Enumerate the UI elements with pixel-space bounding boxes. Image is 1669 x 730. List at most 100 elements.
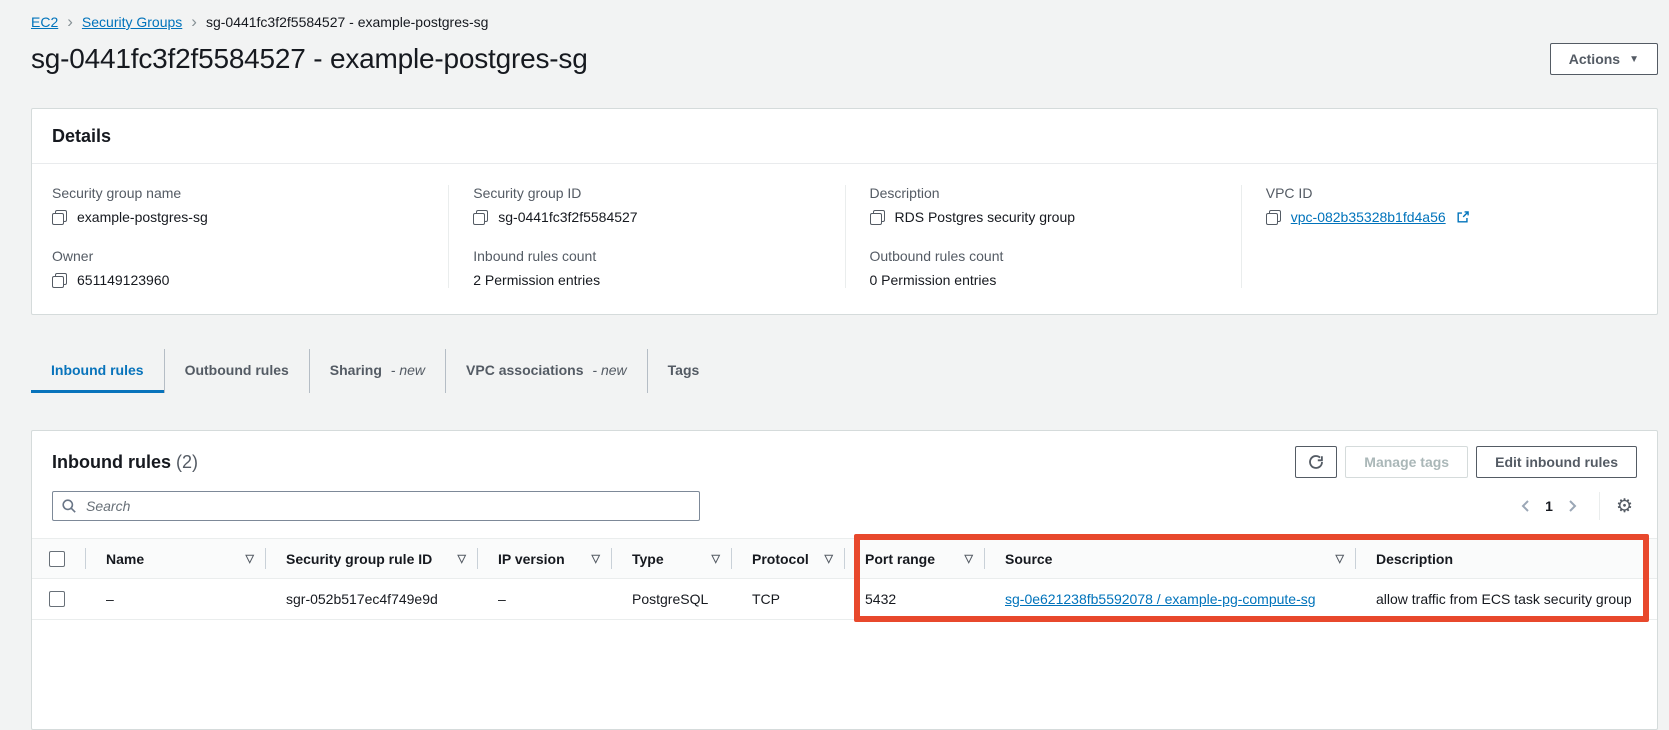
column-label: Type [632, 551, 664, 567]
tab-tags[interactable]: Tags [647, 349, 720, 393]
cell-description: allow traffic from ECS task security gro… [1356, 579, 1657, 619]
field-label: Security group name [52, 185, 432, 201]
column-header-security-group-rule-id[interactable]: Security group rule ID ▽ [266, 539, 478, 578]
next-page-button[interactable] [1559, 493, 1585, 519]
copy-icon[interactable] [1266, 210, 1281, 225]
cell-protocol: TCP [732, 579, 845, 619]
breadcrumb-link-security-groups[interactable]: Security Groups [82, 14, 182, 30]
sort-icon[interactable]: ▽ [238, 552, 254, 565]
column-label: Description [1376, 551, 1453, 567]
cell-name: – [86, 579, 266, 619]
refresh-button[interactable] [1295, 446, 1337, 478]
chevron-down-icon: ▼ [1629, 54, 1639, 65]
details-column-1: Security group name example-postgres-sg … [52, 185, 448, 288]
details-title: Details [52, 126, 1637, 147]
settings-gear-icon[interactable]: ⚙ [1612, 497, 1637, 516]
column-header-port-range[interactable]: Port range ▽ [845, 539, 985, 578]
field-value: 651149123960 [77, 272, 169, 288]
column-label: Name [106, 551, 144, 567]
tab-label: Outbound rules [185, 362, 289, 378]
sort-icon[interactable]: ▽ [957, 552, 973, 565]
source-security-group-link[interactable]: sg-0e621238fb5592078 / example-pg-comput… [1005, 591, 1316, 607]
column-label: Port range [865, 551, 935, 567]
page-header: sg-0441fc3f2f5584527 - example-postgres-… [0, 30, 1669, 75]
inbound-rules-title: Inbound rules(2) [52, 452, 198, 473]
search-input[interactable] [52, 491, 700, 521]
field-description: Description RDS Postgres security group [870, 185, 1225, 225]
table-header-row: Name ▽ Security group rule ID ▽ IP versi… [32, 539, 1657, 579]
column-header-ip-version[interactable]: IP version ▽ [478, 539, 612, 578]
field-value: example-postgres-sg [77, 209, 208, 225]
vpc-id-link[interactable]: vpc-082b35328b1fd4a56 [1291, 209, 1446, 225]
previous-page-button[interactable] [1513, 493, 1539, 519]
field-value: 2 Permission entries [473, 272, 600, 288]
column-header-protocol[interactable]: Protocol ▽ [732, 539, 845, 578]
chevron-right-icon: › [191, 15, 197, 29]
cell-value: – [498, 591, 506, 607]
table-row: – sgr-052b517ec4f749e9d – PostgreSQL TCP… [32, 579, 1657, 620]
manage-tags-button[interactable]: Manage tags [1345, 446, 1468, 478]
tab-bar: Inbound rules Outbound rules Sharing - n… [31, 349, 1658, 393]
row-checkbox[interactable] [49, 591, 65, 607]
field-label: Description [870, 185, 1225, 201]
tab-label: Tags [668, 362, 700, 378]
select-all-checkbox[interactable] [49, 551, 65, 567]
breadcrumb: EC2 › Security Groups › sg-0441fc3f2f558… [0, 0, 1669, 30]
tab-label: Inbound rules [51, 362, 144, 378]
column-header-source[interactable]: Source ▽ [985, 539, 1356, 578]
current-page-number[interactable]: 1 [1539, 498, 1559, 514]
page-title: sg-0441fc3f2f5584527 - example-postgres-… [31, 43, 588, 75]
field-label: Inbound rules count [473, 248, 828, 264]
sort-icon[interactable]: ▽ [704, 552, 720, 565]
sort-icon[interactable]: ▽ [1328, 552, 1344, 565]
copy-icon[interactable] [473, 210, 488, 225]
breadcrumb-link-ec2[interactable]: EC2 [31, 14, 58, 30]
manage-tags-label: Manage tags [1364, 454, 1449, 470]
field-label: Owner [52, 248, 432, 264]
field-vpc-id: VPC ID vpc-082b35328b1fd4a56 [1266, 185, 1621, 225]
actions-button[interactable]: Actions ▼ [1550, 43, 1658, 75]
column-label: Security group rule ID [286, 551, 432, 567]
external-link-icon [1456, 210, 1470, 224]
field-security-group-id: Security group ID sg-0441fc3f2f5584527 [473, 185, 828, 225]
tab-new-badge: - new [391, 362, 425, 378]
column-label: Protocol [752, 551, 809, 567]
tab-label: VPC associations [466, 362, 584, 378]
column-header-type[interactable]: Type ▽ [612, 539, 732, 578]
tab-outbound-rules[interactable]: Outbound rules [164, 349, 309, 393]
tab-new-badge: - new [592, 362, 626, 378]
cell-type: PostgreSQL [612, 579, 732, 619]
chevron-right-icon: › [67, 15, 73, 29]
field-value: RDS Postgres security group [895, 209, 1076, 225]
cell-ip-version: – [478, 579, 612, 619]
tab-inbound-rules[interactable]: Inbound rules [31, 349, 164, 393]
page: { "breadcrumb": { "items": ["EC2", "Secu… [0, 0, 1669, 644]
field-outbound-rules-count: Outbound rules count 0 Permission entrie… [870, 248, 1225, 288]
column-header-name[interactable]: Name ▽ [86, 539, 266, 578]
details-card-header: Details [32, 109, 1657, 164]
inbound-rules-title-text: Inbound rules [52, 452, 171, 472]
copy-icon[interactable] [52, 210, 67, 225]
tab-sharing[interactable]: Sharing - new [309, 349, 445, 393]
inbound-rules-header: Inbound rules(2) Manage tags Edit inboun… [32, 431, 1657, 478]
copy-icon[interactable] [870, 210, 885, 225]
field-label: Security group ID [473, 185, 828, 201]
details-body: Security group name example-postgres-sg … [32, 164, 1657, 314]
cell-source: sg-0e621238fb5592078 / example-pg-comput… [985, 579, 1356, 619]
edit-inbound-rules-button[interactable]: Edit inbound rules [1476, 446, 1637, 478]
pagination: 1 ⚙ [1513, 492, 1637, 520]
cell-port-range: 5432 [845, 579, 985, 619]
column-header-description[interactable]: Description [1356, 539, 1657, 578]
copy-icon[interactable] [52, 273, 67, 288]
field-value: 0 Permission entries [870, 272, 997, 288]
sort-icon[interactable]: ▽ [450, 552, 466, 565]
sort-icon[interactable]: ▽ [817, 552, 833, 565]
cell-value: sgr-052b517ec4f749e9d [286, 591, 438, 607]
details-column-3: Description RDS Postgres security group … [845, 185, 1241, 288]
sort-icon[interactable]: ▽ [584, 552, 600, 565]
details-column-4: VPC ID vpc-082b35328b1fd4a56 [1241, 185, 1637, 288]
column-label: Source [1005, 551, 1052, 567]
tab-vpc-associations[interactable]: VPC associations - new [445, 349, 647, 393]
field-value: sg-0441fc3f2f5584527 [498, 209, 637, 225]
cell-security-group-rule-id: sgr-052b517ec4f749e9d [266, 579, 478, 619]
